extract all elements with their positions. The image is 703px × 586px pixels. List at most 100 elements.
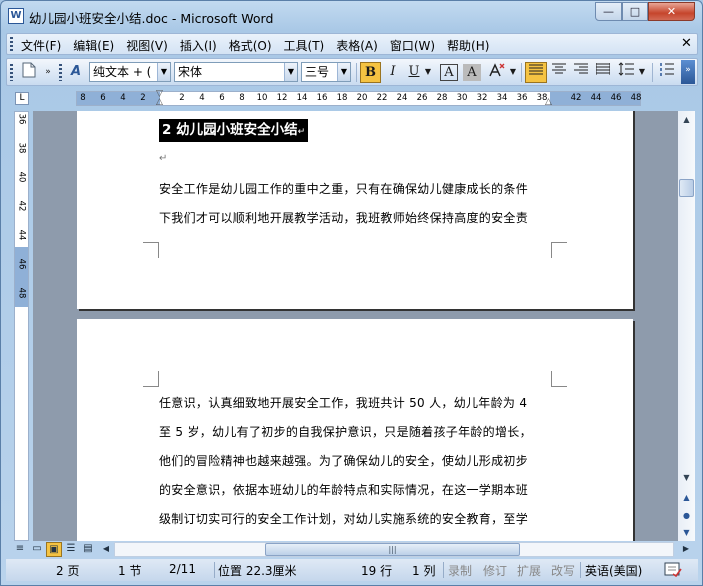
horizontal-scrollbar[interactable]: ||| — [114, 542, 674, 557]
new-document-icon[interactable] — [19, 62, 39, 83]
align-right-icon[interactable] — [571, 62, 591, 83]
next-page-icon[interactable]: ▼ — [678, 524, 695, 541]
document-area[interactable]: 2 幼儿园小班安全小结↵ ↵ 安全工作是幼儿园工作的重中之重，只有在确保幼儿健康… — [33, 111, 678, 541]
status-page-of: 2/11 — [169, 562, 196, 576]
menu-help[interactable]: 帮助(H) — [447, 37, 489, 54]
status-ovr[interactable]: 改写 — [551, 562, 575, 579]
menu-window[interactable]: 窗口(W) — [390, 37, 435, 54]
ruler-label: 2 — [179, 93, 185, 103]
toolbar-grip-icon[interactable] — [10, 64, 13, 81]
ruler-label: 2 — [140, 93, 146, 103]
menu-table[interactable]: 表格(A) — [336, 37, 378, 54]
style-dropdown[interactable]: 纯文本 + ( ▼ — [89, 62, 171, 82]
chevron-down-icon[interactable]: ▼ — [423, 62, 433, 83]
normal-view-icon[interactable]: ≡ — [12, 542, 28, 557]
outline-view-icon[interactable]: ☰ — [63, 542, 79, 557]
status-position: 位置 22.3厘米 — [218, 564, 297, 578]
vertical-ruler[interactable]: 36 38 40 42 44 46 48 — [14, 111, 29, 541]
spelling-status-icon[interactable] — [664, 561, 682, 580]
print-layout-view-icon[interactable]: ▣ — [46, 542, 62, 557]
paragraph-line[interactable]: 下我们才可以顺利地开展教学活动，我班教师始终保持高度的安全责 — [159, 209, 528, 226]
toolbar-options-icon[interactable]: » — [43, 62, 53, 83]
tab-selector[interactable]: L — [15, 92, 29, 105]
chevron-down-icon[interactable]: ▼ — [508, 62, 518, 83]
horizontal-scroll-thumb[interactable]: ||| — [265, 543, 520, 556]
scroll-right-icon[interactable]: ▶ — [678, 542, 694, 557]
status-rec[interactable]: 录制 — [448, 562, 472, 579]
menu-grip-icon[interactable] — [10, 37, 13, 52]
horizontal-ruler[interactable]: 8 6 4 2 2 4 6 8 10 12 14 16 18 20 22 24 … — [76, 89, 641, 107]
paragraph-line[interactable]: 级制订切实可行的安全工作计划，对幼儿实施系统的安全教育，至学 — [159, 510, 528, 527]
ruler-label: 42 — [570, 93, 582, 103]
word-app-icon[interactable]: W — [8, 8, 24, 24]
paragraph-line[interactable]: 他们的冒险精神也越来越强。为了确保幼儿的安全，使幼儿形成初步 — [159, 452, 528, 469]
status-separator — [580, 562, 581, 578]
paragraph-line[interactable]: 至 5 岁，幼儿有了初步的自我保护意识，只是随着孩子年龄的增长， — [159, 423, 532, 440]
select-browse-object-icon[interactable]: ● — [678, 507, 695, 524]
status-line: 19 行 — [361, 564, 393, 578]
menu-view[interactable]: 视图(V) — [126, 37, 168, 54]
menu-edit[interactable]: 编辑(E) — [73, 37, 114, 54]
distributed-align-icon[interactable] — [593, 62, 613, 83]
selected-heading[interactable]: 2 幼儿园小班安全小结↵ — [159, 119, 309, 142]
paragraph-line[interactable]: 的安全意识，依据本班幼儿的年龄特点和实际情况，在这一学期本班 — [159, 481, 528, 498]
chevron-down-icon[interactable]: ▼ — [337, 63, 350, 81]
reading-layout-view-icon[interactable]: ▤ — [80, 542, 96, 557]
numbering-icon[interactable] — [657, 62, 677, 83]
menu-tools[interactable]: 工具(T) — [284, 37, 325, 54]
scroll-up-icon[interactable]: ▲ — [678, 111, 695, 128]
char-shading-button[interactable]: A — [463, 64, 481, 81]
menu-bar: 文件(F) 编辑(E) 视图(V) 插入(I) 格式(O) 工具(T) 表格(A… — [6, 33, 698, 55]
ruler-label: 6 — [219, 93, 225, 103]
vruler-label: 36 — [16, 113, 27, 125]
web-layout-view-icon[interactable]: ▭ — [29, 542, 45, 557]
styles-pane-icon[interactable]: A — [66, 62, 86, 83]
minimize-button[interactable]: — — [595, 2, 622, 21]
phonetic-guide-icon[interactable] — [486, 62, 508, 83]
align-center-icon[interactable] — [549, 62, 569, 83]
bold-button[interactable]: B — [360, 62, 381, 83]
close-button[interactable]: ✕ — [648, 2, 695, 21]
left-indent-marker-icon[interactable]: △ — [156, 97, 163, 107]
status-trk[interactable]: 修订 — [483, 562, 507, 579]
italic-button[interactable]: I — [383, 62, 403, 83]
font-size-value: 三号 — [305, 65, 330, 79]
heading-text: 2 幼儿园小班安全小结 — [162, 122, 298, 138]
font-dropdown[interactable]: 宋体 ▼ — [174, 62, 298, 82]
page-2[interactable]: 任意识，认真细致地开展安全工作，我班共计 50 人，幼儿年龄为 4 至 5 岁，… — [77, 319, 633, 541]
toolbar-separator — [356, 63, 357, 82]
menu-file[interactable]: 文件(F) — [21, 37, 61, 54]
scroll-left-icon[interactable]: ◀ — [98, 542, 114, 557]
status-section: 1 节 — [118, 564, 142, 578]
scroll-down-icon[interactable]: ▼ — [678, 469, 695, 486]
align-justify-icon[interactable] — [525, 62, 547, 83]
vertical-scroll-thumb[interactable] — [679, 179, 694, 197]
previous-page-icon[interactable]: ▲ — [678, 489, 695, 506]
chevron-down-icon[interactable]: ▼ — [637, 62, 647, 83]
vertical-scrollbar[interactable]: ▲ ▼ ▲ ● ▼ — [678, 111, 695, 541]
line-spacing-icon[interactable] — [616, 62, 636, 83]
chevron-down-icon[interactable]: ▼ — [157, 63, 170, 81]
word-window: W 幼儿园小班安全小结.doc - Microsoft Word — □ ✕ 文… — [0, 0, 703, 586]
style-value: 纯文本 + ( — [93, 65, 152, 79]
paragraph-line[interactable]: 安全工作是幼儿园工作的重中之重，只有在确保幼儿健康成长的条件 — [159, 180, 528, 197]
status-language[interactable]: 英语(美国) — [585, 562, 642, 579]
toolbar-options-icon[interactable]: » — [681, 60, 695, 84]
menu-insert[interactable]: 插入(I) — [180, 37, 217, 54]
char-border-button[interactable]: A — [440, 64, 458, 81]
toolbar2-grip-icon[interactable] — [59, 64, 62, 81]
status-ext[interactable]: 扩展 — [517, 562, 541, 579]
underline-button[interactable]: U — [405, 62, 423, 83]
page-1[interactable]: 2 幼儿园小班安全小结↵ ↵ 安全工作是幼儿园工作的重中之重，只有在确保幼儿健康… — [77, 111, 633, 309]
toolbar-separator — [521, 63, 522, 82]
font-size-dropdown[interactable]: 三号 ▼ — [301, 62, 351, 82]
chevron-down-icon[interactable]: ▼ — [284, 63, 297, 81]
document-close-button[interactable]: ✕ — [681, 36, 692, 51]
ruler-label: 24 — [396, 93, 408, 103]
menu-format[interactable]: 格式(O) — [229, 37, 272, 54]
paragraph-line[interactable]: 任意识，认真细致地开展安全工作，我班共计 50 人，幼儿年龄为 4 — [159, 394, 527, 411]
empty-paragraph-mark: ↵ — [159, 153, 168, 164]
right-indent-marker-icon[interactable]: △ — [545, 97, 552, 107]
maximize-button[interactable]: □ — [622, 2, 648, 21]
ruler-label: 14 — [296, 93, 308, 103]
